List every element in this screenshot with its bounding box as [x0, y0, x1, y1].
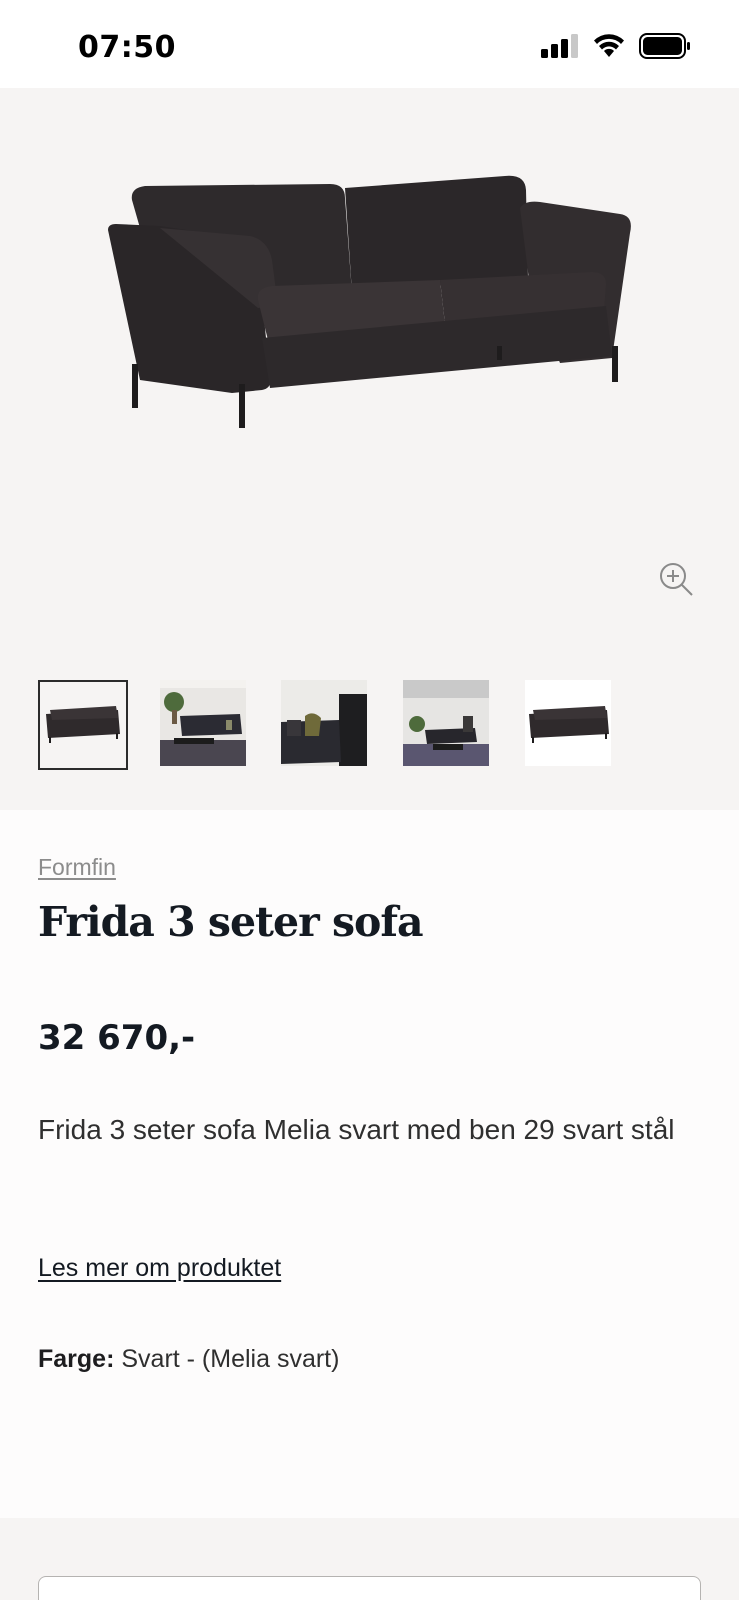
- wifi-icon: [594, 34, 624, 57]
- product-gallery: [0, 88, 739, 810]
- color-value: Svart - (Melia svart): [121, 1345, 340, 1373]
- thumbnail-sofa-white-bg[interactable]: [525, 680, 615, 770]
- sofa-image: [108, 175, 631, 428]
- thumbnail-strip: [38, 680, 698, 772]
- product-title: Frida 3 seter sofa: [38, 898, 424, 946]
- bottom-section: [0, 1518, 739, 1600]
- brand-link[interactable]: Formfin: [38, 854, 116, 881]
- status-icons: [541, 33, 691, 59]
- cellular-signal-icon: [541, 34, 578, 58]
- thumbnail-sofa-front[interactable]: [38, 680, 128, 770]
- thumbnail-living-room-2[interactable]: [281, 680, 371, 770]
- thumbnail-living-room-1[interactable]: [160, 680, 250, 770]
- color-row: Farge: Svart - (Melia svart): [38, 1345, 339, 1374]
- zoom-in-icon: [660, 563, 693, 596]
- zoom-button[interactable]: [657, 560, 697, 600]
- option-selector[interactable]: [38, 1576, 701, 1600]
- status-bar: 07:50: [0, 0, 739, 88]
- product-price: 32 670,-: [38, 1018, 196, 1058]
- thumbnail-living-room-3[interactable]: [403, 680, 493, 770]
- read-more-link[interactable]: Les mer om produktet: [38, 1254, 281, 1283]
- color-label: Farge:: [38, 1345, 115, 1373]
- battery-icon: [639, 33, 690, 59]
- status-time: 07:50: [78, 30, 176, 65]
- product-description: Frida 3 seter sofa Melia svart med ben 2…: [38, 1114, 675, 1145]
- hero-image[interactable]: [0, 88, 739, 648]
